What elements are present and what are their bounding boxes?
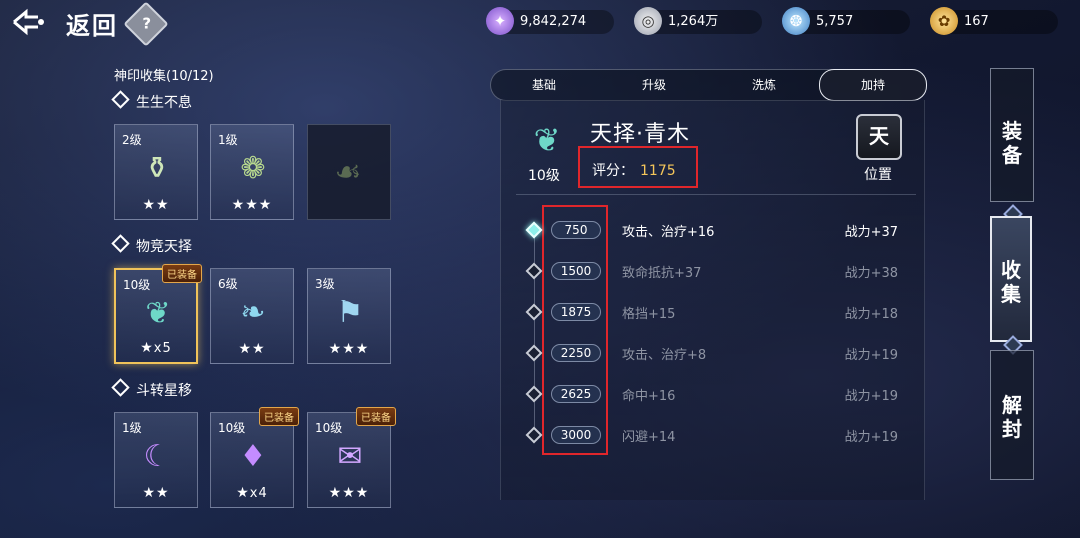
seal-card[interactable]: 1级 ☾ ★★ [114, 412, 198, 508]
bonus-attribute: 命中+16 [622, 389, 676, 404]
card-level: 2级 [122, 133, 142, 147]
bonus-attribute: 闪避+14 [622, 430, 676, 445]
card-stars: ★x4 [236, 485, 268, 501]
bonus-attribute: 格挡+15 [622, 307, 676, 322]
resource-coin: ◎ 1,264万 [634, 7, 762, 35]
help-icon: ? [142, 14, 152, 33]
tab-basic[interactable]: 基础 [491, 70, 597, 100]
card-level: 6级 [218, 277, 238, 291]
spirit-icon: ❂ [782, 7, 810, 35]
card-level: 10级 [218, 421, 246, 435]
gold-icon: ✿ [930, 7, 958, 35]
seal-card-selected[interactable]: 10级 已装备 ❦ ★x5 [114, 264, 202, 364]
detail-tabs: 基础 升级 洗炼 加持 [490, 69, 927, 101]
seal-card[interactable]: 1级 ❁ ★★★ [210, 124, 294, 220]
tab-upgrade[interactable]: 升级 [601, 70, 707, 100]
item-name: 天择·青木 [590, 122, 690, 147]
bonus-power: 战力+19 [844, 348, 898, 363]
card-stars: ★★★ [328, 485, 370, 501]
orb-icon: ☾ [143, 439, 171, 474]
card-stars: ★★ [142, 197, 170, 213]
bonus-track [534, 222, 535, 440]
side-tab-unseal[interactable]: 解封 [990, 350, 1034, 480]
bonus-threshold: 750 [551, 221, 601, 239]
bonus-attribute: 攻击、治疗+8 [622, 348, 707, 363]
equipped-badge: 已装备 [356, 407, 396, 426]
seal-card[interactable]: 2级 ⚱ ★★ [114, 124, 198, 220]
resource-gem: ✦ 9,842,274 [486, 7, 614, 35]
item-score: 评分： 1175 [592, 163, 676, 179]
diamond-icon [111, 90, 130, 109]
vine-icon: ❦ [145, 296, 171, 331]
bonus-threshold: 2250 [551, 344, 601, 362]
fish-tail-icon: ❧ [240, 295, 266, 330]
card-level: 1级 [122, 421, 142, 435]
divider [516, 194, 916, 195]
card-stars: ★★ [238, 341, 266, 357]
diamond-icon [111, 234, 130, 253]
position-label: 位置 [864, 167, 892, 183]
card-level: 10级 [315, 421, 343, 435]
resource-spirit: ❂ 5,757 [782, 7, 910, 35]
group-title: 生生不息 [111, 90, 192, 112]
collection-title: 神印收集(10/12) [114, 69, 214, 84]
resource-value: 167 [964, 14, 989, 29]
bonus-power: 战力+19 [844, 430, 898, 445]
threshold-highlight-box [542, 205, 608, 455]
card-stars: ★★★ [328, 341, 370, 357]
back-button-label[interactable]: 返回 [66, 6, 118, 41]
scroll-icon: ✉ [337, 439, 363, 474]
resource-value: 5,757 [816, 14, 854, 29]
side-tab-collection[interactable]: 收集 [990, 216, 1032, 342]
item-level: 10级 [528, 168, 560, 184]
seal-card[interactable]: 3级 ⚑ ★★★ [307, 268, 391, 364]
bonus-power: 战力+37 [844, 225, 898, 240]
card-stars: ★★★ [231, 197, 273, 213]
tab-refine[interactable]: 洗炼 [711, 70, 817, 100]
bonus-threshold: 2625 [551, 385, 601, 403]
seal-card-locked[interactable]: ☙ [307, 124, 391, 220]
group-title: 斗转星移 [111, 378, 192, 400]
seal-card[interactable]: 10级 已装备 ♦ ★x4 [210, 407, 299, 508]
group-title: 物竞天择 [111, 234, 192, 256]
locked-seal-icon: ☙ [334, 155, 362, 190]
diamond-icon [111, 378, 130, 397]
bonus-power: 战力+19 [844, 389, 898, 404]
bonus-power: 战力+38 [844, 266, 898, 281]
crystal-icon: ♦ [239, 439, 267, 474]
bonus-threshold: 1500 [551, 262, 601, 280]
coin-icon: ◎ [634, 7, 662, 35]
gem-icon: ✦ [486, 7, 514, 35]
card-level: 1级 [218, 133, 238, 147]
resource-value: 9,842,274 [520, 14, 587, 29]
bonus-attribute: 攻击、治疗+16 [622, 225, 715, 240]
vine-icon: ❦ [533, 121, 561, 159]
card-level: 3级 [315, 277, 335, 291]
tab-bonus[interactable]: 加持 [819, 69, 927, 101]
vase-icon: ⚱ [144, 151, 170, 186]
card-stars: ★★ [142, 485, 170, 501]
bonus-threshold: 1875 [551, 303, 601, 321]
bonus-power: 战力+18 [844, 307, 898, 322]
card-level: 10级 [123, 278, 151, 292]
seal-card[interactable]: 10级 已装备 ✉ ★★★ [307, 407, 396, 508]
seal-card[interactable]: 6级 ❧ ★★ [210, 268, 294, 364]
resource-gold: ✿ 167 [930, 7, 1058, 35]
position-badge[interactable]: 天 [856, 114, 902, 160]
back-icon[interactable] [10, 8, 46, 36]
card-stars: ★x5 [140, 340, 172, 356]
resource-value: 1,264万 [668, 14, 719, 29]
help-button[interactable]: ? [123, 1, 169, 47]
cauldron-icon: ❁ [240, 151, 266, 186]
equipped-badge: 已装备 [259, 407, 299, 426]
side-tab-equip[interactable]: 装备 [990, 68, 1034, 202]
equipped-badge: 已装备 [162, 264, 202, 283]
bonus-attribute: 致命抵抗+37 [622, 266, 702, 281]
banner-icon: ⚑ [336, 295, 364, 330]
bonus-threshold: 3000 [551, 426, 601, 444]
